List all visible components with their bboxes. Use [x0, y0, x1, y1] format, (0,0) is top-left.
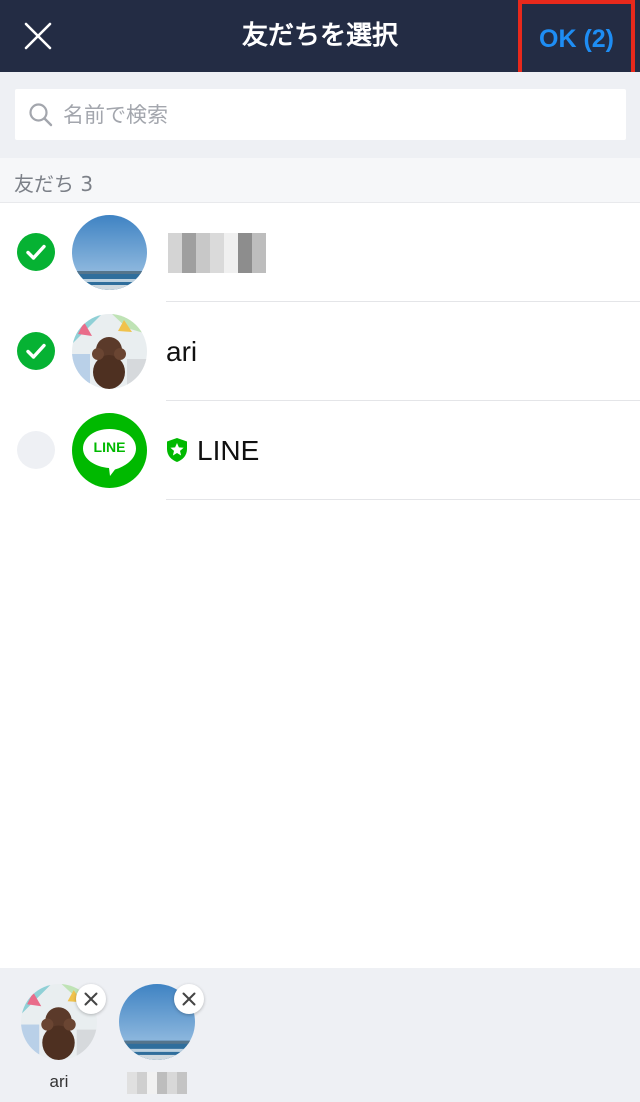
obscured-name — [127, 1072, 187, 1094]
friends-count-label: 友だち 3 — [14, 172, 94, 196]
friends-section-header: 友だち 3 — [0, 158, 640, 203]
checkmark-icon — [26, 343, 46, 359]
friend-row[interactable] — [0, 203, 640, 302]
friend-row[interactable]: LINE LINE — [0, 401, 640, 500]
remove-button[interactable] — [76, 984, 106, 1014]
selected-checkbox[interactable] — [17, 332, 55, 370]
line-logo-text: LINE — [93, 439, 126, 455]
selected-friend-chip[interactable] — [119, 984, 204, 1094]
search-box[interactable] — [15, 89, 626, 140]
official-shield-icon — [167, 438, 187, 462]
friend-row[interactable]: ari — [0, 302, 640, 401]
selected-friend-name: ari — [49, 1072, 69, 1091]
header-bar: 友だちを選択 OK (2) — [0, 0, 640, 79]
close-icon — [84, 992, 98, 1006]
search-icon — [29, 103, 53, 127]
search-area — [0, 72, 640, 158]
unselected-checkbox[interactable] — [17, 431, 55, 469]
close-icon — [182, 992, 196, 1006]
ok-button[interactable]: OK (2) — [518, 0, 635, 79]
search-input[interactable] — [63, 89, 613, 140]
sea-photo-icon — [72, 215, 147, 290]
close-icon — [24, 22, 52, 50]
friend-name: ari — [166, 336, 198, 367]
checkmark-icon — [26, 244, 46, 260]
selected-friend-chip[interactable]: ari — [21, 984, 106, 1094]
close-button[interactable] — [14, 12, 62, 60]
selected-friends-tray: ari — [0, 968, 640, 1102]
avatar — [72, 215, 147, 290]
avatar: LINE — [72, 413, 147, 488]
remove-button[interactable] — [174, 984, 204, 1014]
obscured-name — [168, 233, 266, 273]
poodle-photo-icon — [72, 314, 147, 389]
divider — [166, 499, 640, 500]
ok-button-label: OK (2) — [539, 25, 614, 53]
friend-name: LINE — [197, 435, 260, 466]
selected-checkbox[interactable] — [17, 233, 55, 271]
avatar — [72, 314, 147, 389]
